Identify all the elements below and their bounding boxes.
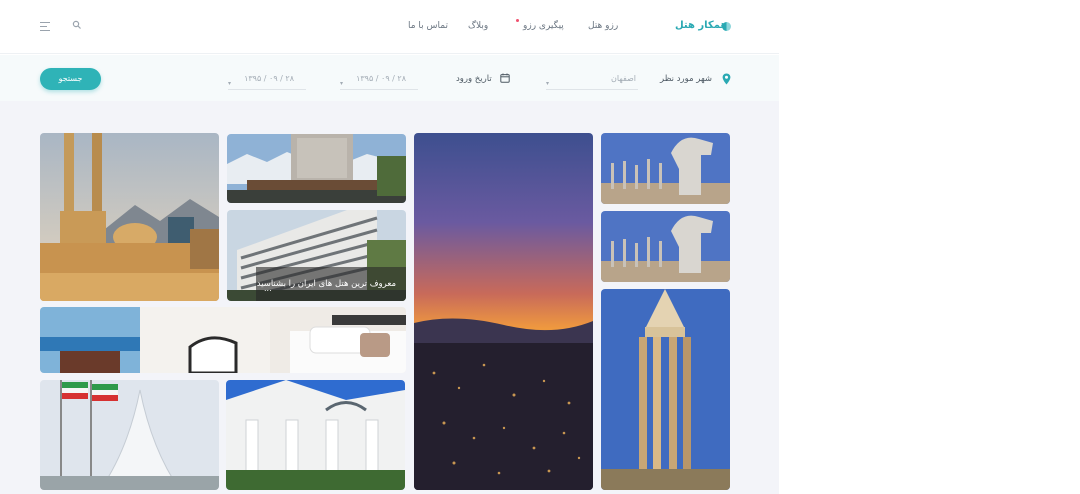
- search-submit-button[interactable]: جستجو: [40, 68, 101, 90]
- chevron-down-icon: ▾: [340, 80, 344, 87]
- page: تماس با ما وبلاگ پیگیری رزو رزو هتل همکا…: [0, 0, 1080, 494]
- app-viewport: تماس با ما وبلاگ پیگیری رزو رزو هتل همکا…: [0, 0, 779, 494]
- persepolis-photo-1[interactable]: [601, 133, 730, 204]
- checkin-date-value: ۱۳۹۵ / ۰۹ / ۲۸: [356, 74, 406, 83]
- city-label: شهر مورد نظر: [660, 74, 712, 84]
- search-bar: جستجو ▾ ۱۳۹۵ / ۰۹ / ۲۸ ▾ ۱۳۹۵ / ۰۹ / ۲۸ …: [0, 55, 779, 101]
- persepolis-photo-2[interactable]: [601, 211, 730, 282]
- yazd-mosque-photo[interactable]: [40, 133, 219, 301]
- avicenna-mausoleum-photo[interactable]: [601, 289, 730, 490]
- white-palace-photo[interactable]: [226, 380, 405, 490]
- chevron-down-icon: ▾: [546, 80, 550, 87]
- hotel-room-photo[interactable]: [40, 307, 406, 373]
- checkout-date-value: ۱۳۹۵ / ۰۹ / ۲۸: [244, 74, 294, 83]
- nav-item-contact[interactable]: تماس با ما: [408, 21, 448, 31]
- checkin-date-field[interactable]: ▾ ۱۳۹۵ / ۰۹ / ۲۸: [340, 73, 418, 90]
- chevron-down-icon: ▾: [228, 80, 232, 87]
- location-pin-icon: [722, 73, 731, 85]
- checkin-label: تاریخ ورود: [456, 74, 492, 84]
- city-select[interactable]: ▾ اصفهان: [546, 73, 638, 90]
- hotel-tower-photo[interactable]: [227, 134, 406, 203]
- checkout-date-field[interactable]: ▾ ۱۳۹۵ / ۰۹ / ۲۸: [228, 73, 306, 90]
- brand-name[interactable]: همکار هتل: [675, 20, 727, 31]
- logo-icon[interactable]: [722, 22, 731, 31]
- nav-item-track-reservation[interactable]: پیگیری رزو: [523, 21, 564, 31]
- photo-gallery: معروف ترین هتل های ایران را بشناسید ...: [0, 101, 779, 494]
- menu-icon[interactable]: [40, 22, 50, 31]
- azadi-tower-photo[interactable]: [40, 380, 219, 490]
- modern-hotel-photo[interactable]: معروف ترین هتل های ایران را بشناسید ...: [227, 210, 406, 301]
- nav-item-blog[interactable]: وبلاگ: [468, 21, 488, 31]
- nav-item-hotel-reservation[interactable]: رزو هتل: [588, 21, 618, 31]
- header: تماس با ما وبلاگ پیگیری رزو رزو هتل همکا…: [0, 0, 779, 54]
- city-value: اصفهان: [610, 74, 636, 83]
- tehran-sunset-photo[interactable]: [414, 133, 593, 490]
- gallery-caption-text: معروف ترین هتل های ایران را بشناسید: [256, 279, 396, 289]
- notification-dot: [516, 19, 519, 22]
- search-icon[interactable]: [72, 20, 82, 30]
- calendar-icon: [500, 73, 510, 83]
- gallery-caption-ellipsis: ...: [264, 284, 272, 293]
- gallery-caption: معروف ترین هتل های ایران را بشناسید ...: [256, 267, 406, 301]
